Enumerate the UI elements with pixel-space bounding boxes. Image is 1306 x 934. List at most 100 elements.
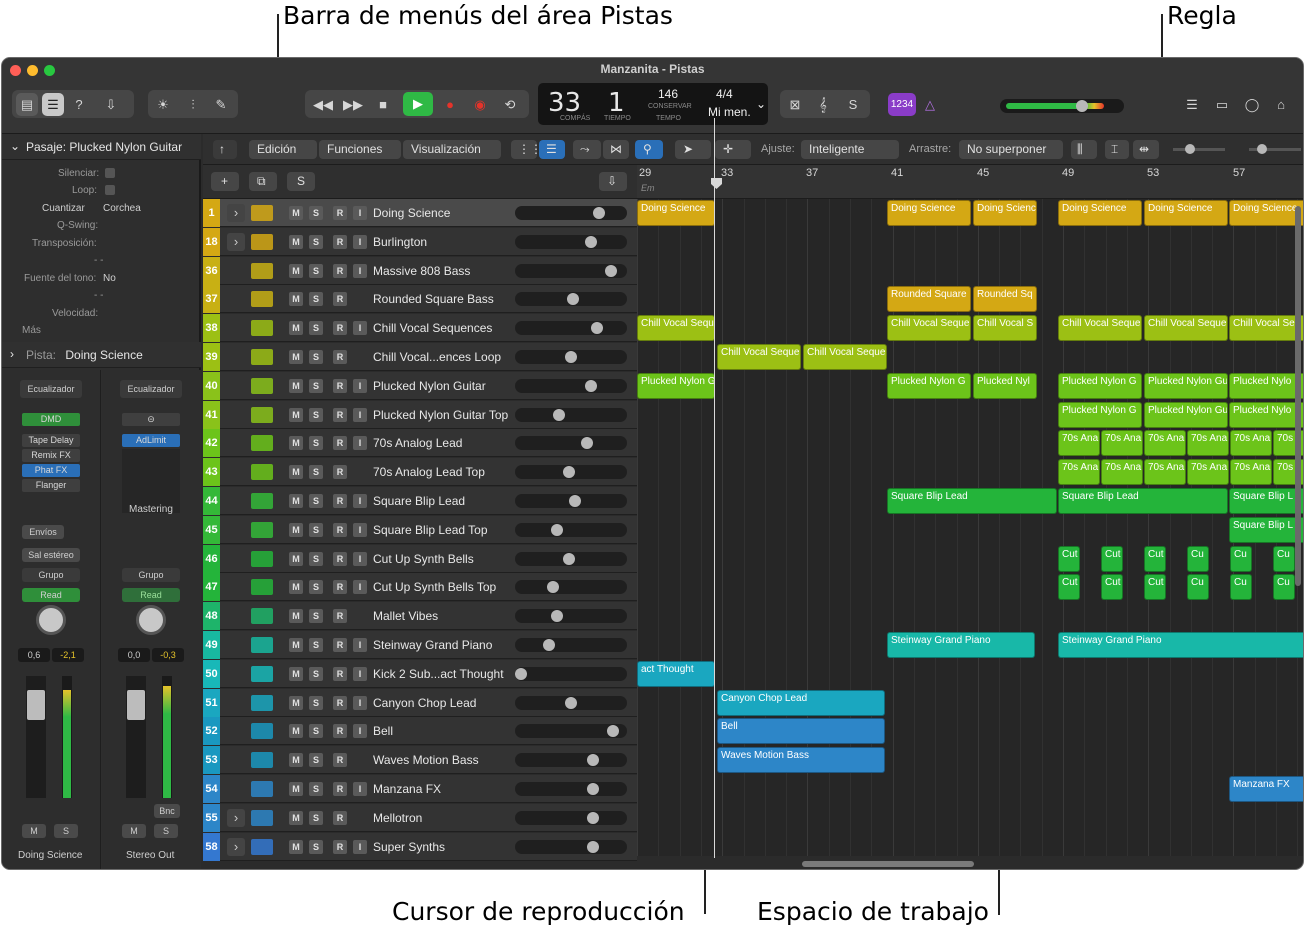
ruler[interactable]: 29 33 37 41 45 49 53 57 Em <box>637 165 1303 199</box>
region[interactable]: Steinway Grand Piano <box>1058 632 1303 658</box>
mute-button[interactable]: M <box>289 753 303 768</box>
mute-button[interactable]: M <box>289 407 303 422</box>
track-volume-slider[interactable] <box>515 465 627 480</box>
track-volume-knob[interactable] <box>551 610 563 623</box>
track-volume-knob[interactable] <box>587 811 599 824</box>
track-volume-knob[interactable] <box>587 783 599 795</box>
notepad-icon[interactable]: ▭ <box>1210 93 1234 116</box>
playhead-handle[interactable] <box>711 178 722 189</box>
region[interactable]: Chill Vocal Seque <box>887 315 971 342</box>
smart-controls-icon[interactable]: ☀ <box>150 93 176 116</box>
eq-display[interactable]: Ecualizador <box>120 380 182 398</box>
region[interactable]: Chill Vocal Seque <box>637 315 715 342</box>
mute-button[interactable]: M <box>289 465 303 480</box>
plugin-tape-delay[interactable]: Tape Delay <box>22 434 80 447</box>
region[interactable]: Square Blip Lead <box>887 488 1057 514</box>
track-volume-slider[interactable] <box>515 436 627 451</box>
mute-button[interactable]: M <box>289 378 303 393</box>
mute-button[interactable]: M <box>289 522 303 537</box>
region[interactable]: 70s Ana <box>1058 430 1100 457</box>
track-name[interactable]: Mellotron <box>373 811 422 825</box>
track-row[interactable]: 47 M S R I Cut Up Synth Bells Top <box>203 573 637 602</box>
track-volume-slider[interactable] <box>515 695 627 710</box>
mute-button[interactable]: M <box>289 494 303 508</box>
region[interactable]: 70s Ana <box>1101 459 1143 486</box>
horizontal-zoom-slider[interactable] <box>1249 144 1301 154</box>
region[interactable]: Chill Vocal Seque <box>803 344 887 370</box>
mute-button[interactable]: M <box>289 436 303 451</box>
track-row[interactable]: 36 M S R I Massive 808 Bass <box>203 256 637 285</box>
track-name[interactable]: Square Blip Lead Top <box>373 523 488 537</box>
track-volume-knob[interactable] <box>543 639 555 651</box>
track-name[interactable]: Plucked Nylon Guitar <box>373 379 486 393</box>
solo-button[interactable]: S <box>309 551 323 566</box>
solo-button[interactable]: S <box>154 824 178 838</box>
record-enable-button[interactable]: R <box>333 782 347 796</box>
solo-button[interactable]: S <box>309 494 323 508</box>
track-volume-knob[interactable] <box>585 379 597 392</box>
lcd-display[interactable]: 33 1 COMPÁS TIEMPO 146 CONSERVAR TEMPO 4… <box>538 83 768 125</box>
track-volume-knob[interactable] <box>547 581 559 594</box>
track-volume-slider[interactable] <box>515 753 627 768</box>
master-volume-slider[interactable] <box>1000 99 1124 113</box>
region[interactable]: Doing Science <box>887 200 971 226</box>
region[interactable]: Plucked Nylon G <box>637 372 715 399</box>
record-enable-button[interactable]: R <box>333 666 347 681</box>
input-monitor-button[interactable]: I <box>353 551 367 566</box>
region[interactable]: 70s Ana <box>1144 459 1186 486</box>
record-enable-button[interactable]: R <box>333 810 347 825</box>
region[interactable]: Plucked Nylon G <box>887 372 971 399</box>
track-name[interactable]: Waves Motion Bass <box>373 753 479 767</box>
track-volume-knob[interactable] <box>569 495 581 507</box>
automation-read-button[interactable]: Read <box>122 588 180 602</box>
pitch-source-value[interactable]: No <box>103 273 116 284</box>
disclosure-chevron-icon[interactable]: › <box>10 347 14 361</box>
region[interactable]: 70s Ana <box>1101 430 1143 457</box>
record-enable-button[interactable]: R <box>333 263 347 278</box>
track-volume-slider[interactable] <box>515 638 627 652</box>
track-name[interactable]: Canyon Chop Lead <box>373 696 476 710</box>
mute-button[interactable]: M <box>289 666 303 681</box>
solo-button[interactable]: S <box>309 753 323 768</box>
solo-button[interactable]: S <box>309 378 323 393</box>
track-volume-slider[interactable] <box>515 580 627 595</box>
track-volume-knob[interactable] <box>581 437 593 450</box>
horizontal-zoom-knob[interactable] <box>1257 144 1267 154</box>
vertical-zoom-knob[interactable] <box>1185 144 1195 154</box>
mute-button[interactable]: M <box>289 782 303 796</box>
mute-checkbox[interactable] <box>105 168 115 178</box>
track-name[interactable]: Square Blip Lead <box>373 494 465 508</box>
input-monitor-button[interactable]: I <box>353 263 367 278</box>
vertical-zoom-slider[interactable] <box>1173 144 1225 154</box>
track-volume-slider[interactable] <box>515 292 627 307</box>
track-volume-slider[interactable] <box>515 494 627 508</box>
track-row[interactable]: 58 › M S R I Super Synths <box>203 832 637 861</box>
region[interactable]: Square Blip Lead <box>1058 488 1228 514</box>
solo-button[interactable]: S <box>309 724 323 739</box>
region[interactable]: Canyon Chop Lead <box>717 689 885 716</box>
mute-button[interactable]: M <box>289 292 303 307</box>
record-enable-button[interactable]: R <box>333 609 347 624</box>
input-monitor-button[interactable]: I <box>353 839 367 854</box>
track-row[interactable]: 38 M S R I Chill Vocal Sequences <box>203 314 637 343</box>
record-enable-button[interactable]: R <box>333 378 347 393</box>
region-inspector-header[interactable]: ⌄ Pasaje: Plucked Nylon Guitar <box>2 134 201 160</box>
track-volume-slider[interactable] <box>515 522 627 537</box>
track-name[interactable]: Massive 808 Bass <box>373 264 470 278</box>
mute-button[interactable]: M <box>289 551 303 566</box>
track-volume-knob[interactable] <box>593 207 605 219</box>
plugin-phat-fx[interactable]: Phat FX <box>22 464 80 477</box>
track-name[interactable]: Burlington <box>373 235 427 249</box>
master-volume-knob[interactable] <box>1076 100 1088 112</box>
input-monitor-button[interactable]: I <box>353 234 367 249</box>
region[interactable]: Cut <box>1101 545 1123 572</box>
region[interactable]: Chill Vocal Seque <box>1058 315 1142 342</box>
track-row[interactable]: 46 M S R I Cut Up Synth Bells <box>203 544 637 573</box>
region[interactable]: Plucked Nylon G <box>1058 401 1142 428</box>
track-volume-slider[interactable] <box>515 206 627 220</box>
track-volume-slider[interactable] <box>515 234 627 249</box>
track-name[interactable]: Super Synths <box>373 840 445 854</box>
mute-button[interactable]: M <box>289 263 303 278</box>
region[interactable]: Chill Vocal Seque <box>717 344 801 370</box>
track-row[interactable]: 44 M S R I Square Blip Lead <box>203 487 637 515</box>
